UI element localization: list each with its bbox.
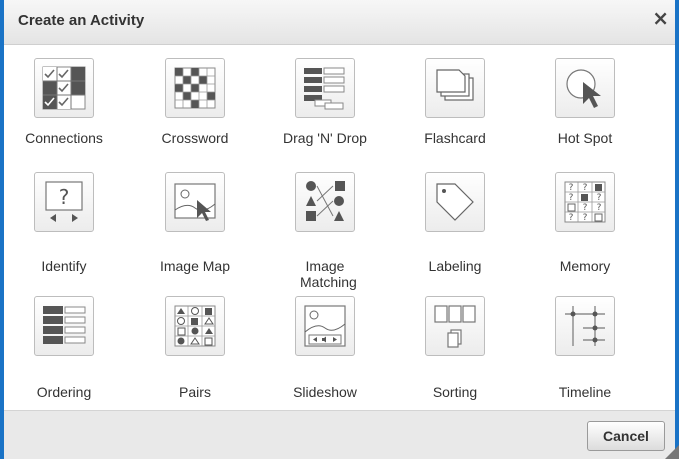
hot-spot-icon xyxy=(555,58,615,118)
activity-labeling[interactable]: Labeling xyxy=(396,172,514,274)
activity-hot-spot[interactable]: Hot Spot xyxy=(526,58,644,158)
activity-ordering[interactable]: Ordering xyxy=(5,296,123,400)
resize-handle-icon[interactable] xyxy=(665,445,679,459)
dialog-footer: Cancel xyxy=(4,410,675,459)
image-map-icon xyxy=(165,172,225,232)
activity-sorting[interactable]: Sorting xyxy=(396,296,514,400)
activity-label: Connections xyxy=(25,130,103,146)
cancel-button[interactable]: Cancel xyxy=(587,421,665,451)
ordering-icon xyxy=(34,296,94,356)
activity-label: Ordering xyxy=(36,384,92,400)
labeling-icon xyxy=(425,172,485,232)
flashcard-icon xyxy=(425,58,485,118)
svg-text:?: ? xyxy=(583,213,588,223)
activity-identify[interactable]: ? Identify xyxy=(5,172,123,274)
activity-label: Flashcard xyxy=(424,130,486,146)
activity-label: Timeline xyxy=(558,384,612,400)
sorting-icon xyxy=(425,296,485,356)
activity-connections[interactable]: Connections xyxy=(5,58,123,158)
pairs-icon xyxy=(165,296,225,356)
activity-label: Memory xyxy=(559,258,611,274)
activity-drag-n-drop[interactable]: Drag 'N' Drop xyxy=(266,58,384,158)
svg-text:?: ? xyxy=(583,203,588,213)
activity-flashcard[interactable]: Flashcard xyxy=(396,58,514,158)
activity-label: Hot Spot xyxy=(557,130,613,146)
svg-text:?: ? xyxy=(569,183,574,193)
activity-crossword[interactable]: Crossword xyxy=(136,58,254,158)
activity-pairs[interactable]: Pairs xyxy=(136,296,254,400)
dialog-title: Create an Activity xyxy=(18,12,145,29)
crossword-icon xyxy=(165,58,225,118)
svg-text:?: ? xyxy=(597,193,602,203)
activity-slideshow[interactable]: Slideshow xyxy=(266,296,384,400)
drag-n-drop-icon xyxy=(295,58,355,118)
activity-memory[interactable]: ?? ?? ?? ?? Memory xyxy=(526,172,644,274)
activity-label: Image Matching xyxy=(300,258,357,290)
memory-icon: ?? ?? ?? ?? xyxy=(555,172,615,232)
activity-label: Slideshow xyxy=(293,384,357,400)
close-icon[interactable]: × xyxy=(652,8,669,28)
image-matching-icon xyxy=(295,172,355,232)
svg-text:?: ? xyxy=(569,193,574,203)
activity-label: Crossword xyxy=(161,130,229,146)
activity-image-matching[interactable]: Image Matching xyxy=(266,172,384,290)
activity-label: Labeling xyxy=(428,258,482,274)
activity-label: Image Map xyxy=(159,258,231,274)
activity-image-map[interactable]: Image Map xyxy=(136,172,254,274)
activity-label: Pairs xyxy=(179,384,211,400)
connections-icon xyxy=(34,58,94,118)
svg-text:?: ? xyxy=(597,203,602,213)
activity-label: Sorting xyxy=(432,384,478,400)
slideshow-icon xyxy=(295,296,355,356)
activity-timeline[interactable]: Timeline xyxy=(526,296,644,400)
activity-label: Drag 'N' Drop xyxy=(283,130,367,146)
timeline-icon xyxy=(555,296,615,356)
svg-text:?: ? xyxy=(59,185,70,209)
svg-text:?: ? xyxy=(569,213,574,223)
create-activity-dialog: Create an Activity × Connections Crosswo… xyxy=(0,0,679,459)
svg-text:?: ? xyxy=(583,183,588,193)
activity-label: Identify xyxy=(41,258,87,274)
identify-icon: ? xyxy=(34,172,94,232)
dialog-titlebar: Create an Activity × xyxy=(4,0,675,45)
